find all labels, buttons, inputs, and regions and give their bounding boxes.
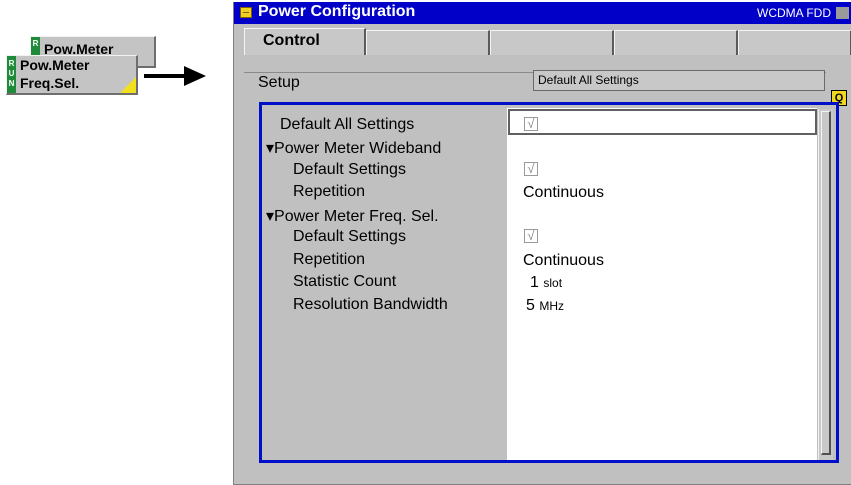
group-power-meter-wideband[interactable]: ▾Power Meter Wideband (266, 138, 441, 158)
run-indicator: R U N (7, 56, 16, 93)
default-all-settings-field[interactable]: Default All Settings (533, 70, 825, 91)
setting-label-statistic-count: Statistic Count (293, 273, 397, 290)
statistic-count-value[interactable]: 1 slot (530, 274, 562, 292)
tab-3[interactable] (490, 30, 614, 55)
resolution-bandwidth-unit: MHz (539, 299, 565, 313)
window-title: Power Configuration (258, 3, 416, 20)
power-configuration-window: Power Configuration WCDMA FDD Control Se… (233, 2, 851, 485)
setting-label-wb-repetition: Repetition (293, 183, 366, 200)
setting-label-default-all: Default All Settings (280, 116, 415, 133)
setup-group-label: Setup (254, 74, 304, 92)
tab-5[interactable] (738, 30, 851, 55)
network-mode: WCDMA FDD (757, 6, 831, 20)
tab-2[interactable] (366, 30, 490, 55)
setting-label-fs-default: Default Settings (293, 228, 406, 245)
tab-4[interactable] (614, 30, 738, 55)
tab-label: Control (263, 32, 320, 49)
wb-repetition-value[interactable]: Continuous (523, 184, 604, 202)
window-menu-icon[interactable] (240, 7, 252, 18)
softkey-corner-marker (120, 77, 136, 93)
softkey-pow-meter-freq-sel[interactable]: R U N Pow.Meter Freq.Sel. (6, 55, 138, 95)
setting-label-fs-repetition: Repetition (293, 251, 366, 268)
run-letters: R U N (8, 59, 15, 88)
wb-default-checkbox[interactable]: √ (524, 162, 538, 176)
selected-cell (508, 109, 817, 135)
default-all-checkbox[interactable]: √ (524, 117, 538, 131)
resolution-bandwidth-number: 5 (526, 297, 535, 314)
mode-icon (836, 7, 849, 19)
title-bar: Power Configuration WCDMA FDD (234, 2, 851, 24)
statistic-count-unit: slot (543, 276, 563, 290)
setting-label-wb-default: Default Settings (293, 161, 406, 178)
vertical-scrollbar[interactable] (818, 109, 833, 460)
softkey-label-line2: Freq.Sel. (20, 75, 80, 91)
statistic-count-number: 1 (530, 274, 539, 291)
fs-repetition-value[interactable]: Continuous (523, 252, 604, 270)
softkey-label-line1: Pow.Meter (20, 57, 90, 73)
group-power-meter-freq-sel[interactable]: ▾Power Meter Freq. Sel. (266, 206, 439, 226)
scrollbar-thumb[interactable] (821, 111, 831, 455)
resolution-bandwidth-value[interactable]: 5 MHz (526, 297, 564, 315)
arrow-right-icon (144, 66, 206, 86)
setting-label-resolution-bandwidth: Resolution Bandwidth (293, 296, 448, 313)
tab-control[interactable]: Control (244, 28, 366, 55)
fs-default-checkbox[interactable]: √ (524, 229, 538, 243)
tab-bar: Control (244, 25, 851, 55)
settings-panel: Default All Settings ▾Power Meter Wideba… (259, 102, 839, 463)
